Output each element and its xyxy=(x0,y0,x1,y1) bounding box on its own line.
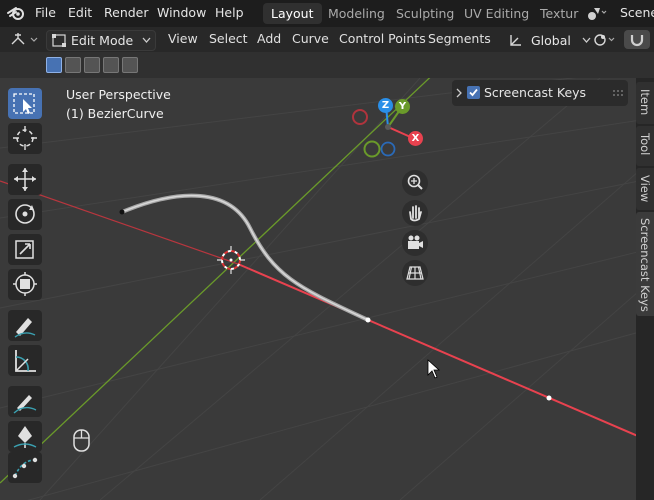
tab-screencast-keys[interactable]: Screencast Keys xyxy=(636,212,654,316)
measure-icon xyxy=(15,350,36,372)
tab-item[interactable]: Item xyxy=(636,82,654,124)
rotate-icon xyxy=(15,204,35,224)
tab-tool[interactable]: Tool xyxy=(636,126,654,166)
viewport-grid xyxy=(0,78,654,500)
menu-curve[interactable]: Curve xyxy=(292,31,329,46)
transform-icon xyxy=(13,272,37,296)
draw-tool[interactable] xyxy=(8,386,42,417)
transform-tool[interactable] xyxy=(8,269,42,300)
navigation-gizmo[interactable]: Z Y X xyxy=(350,96,430,176)
menu-file[interactable]: File xyxy=(35,5,56,20)
chevron-right-icon[interactable] xyxy=(455,88,463,98)
checkmark-icon xyxy=(469,88,478,97)
scale-icon xyxy=(15,240,34,259)
menu-edit[interactable]: Edit xyxy=(68,5,92,20)
chevron-down-icon xyxy=(582,37,591,43)
magnet-icon xyxy=(630,35,644,47)
pan-button[interactable] xyxy=(402,200,428,226)
object-label: (1) BezierCurve xyxy=(66,106,164,121)
screencast-keys-label: Screencast Keys xyxy=(484,85,587,100)
pivot-point-icon[interactable] xyxy=(592,31,618,48)
edit-mode-icon xyxy=(52,34,66,47)
tab-item-label: Item xyxy=(638,89,652,116)
measure-tool[interactable] xyxy=(8,345,42,376)
annotate-tool[interactable] xyxy=(8,310,42,341)
snap-toggle[interactable] xyxy=(624,30,650,49)
menu-segments[interactable]: Segments xyxy=(428,31,491,46)
menu-control-points[interactable]: Control Points xyxy=(339,31,426,46)
zoom-icon xyxy=(407,174,423,190)
select-mode-intersect-icon[interactable] xyxy=(122,57,138,73)
menu-select[interactable]: Select xyxy=(209,31,248,46)
sidebar-tabs: Item Tool View Screencast Keys xyxy=(636,78,654,500)
select-mode-invert-icon[interactable] xyxy=(103,57,119,73)
tab-layout[interactable]: Layout xyxy=(263,3,322,24)
menu-window[interactable]: Window xyxy=(157,5,206,20)
tab-modeling[interactable]: Modeling xyxy=(320,3,393,24)
menu-help[interactable]: Help xyxy=(215,5,244,20)
tab-texture[interactable]: Textur xyxy=(532,3,586,24)
menu-view[interactable]: View xyxy=(168,31,198,46)
chevron-down-icon xyxy=(142,37,151,43)
3d-cursor-icon xyxy=(217,246,245,274)
scene-name[interactable]: Scene xyxy=(620,5,654,20)
hand-icon xyxy=(409,205,422,222)
tool-settings-row xyxy=(0,52,654,78)
select-mode-new-icon[interactable] xyxy=(46,57,62,73)
top-bar: File Edit Render Window Help Layout Mode… xyxy=(0,0,654,27)
camera-icon xyxy=(408,235,423,249)
tab-screencast-keys-label: Screencast Keys xyxy=(638,218,652,312)
select-mode-subtract-icon[interactable] xyxy=(84,57,100,73)
screencast-keys-panel[interactable]: Screencast Keys xyxy=(452,80,628,106)
transform-orientation-icon xyxy=(510,35,521,46)
mode-label: Edit Mode xyxy=(71,33,134,48)
rotate-tool[interactable] xyxy=(8,199,42,230)
editor-type-icon[interactable] xyxy=(9,31,41,48)
scene-selector-icon[interactable] xyxy=(586,5,608,22)
tab-view[interactable]: View xyxy=(636,168,654,210)
gizmo-y-axis[interactable]: Y xyxy=(395,99,410,114)
draw-icon xyxy=(13,395,37,414)
mouse-pointer-icon xyxy=(427,359,441,379)
blender-logo-icon[interactable] xyxy=(6,4,26,22)
cursor-tool[interactable] xyxy=(8,123,42,154)
menu-add[interactable]: Add xyxy=(257,31,281,46)
screencast-checkbox[interactable] xyxy=(467,86,480,99)
tab-uv-editing[interactable]: UV Editing xyxy=(456,3,537,24)
scale-tool[interactable] xyxy=(8,234,42,265)
move-icon xyxy=(14,168,36,191)
zoom-button[interactable] xyxy=(402,170,428,196)
perspective-label: User Perspective xyxy=(66,87,171,102)
grid-perspective-icon xyxy=(406,266,424,280)
drag-handle-icon[interactable] xyxy=(612,89,624,97)
orientation-dropdown[interactable]: Global xyxy=(504,30,596,51)
select-mode-extend-icon[interactable] xyxy=(65,57,81,73)
gizmo-x-axis[interactable]: X xyxy=(408,131,423,146)
select-box-tool[interactable] xyxy=(8,88,42,119)
move-tool[interactable] xyxy=(8,164,42,195)
pen-icon xyxy=(13,426,37,448)
tab-view-label: View xyxy=(638,175,652,203)
curve-edit-tool[interactable] xyxy=(8,452,42,483)
curve-edit-icon xyxy=(12,457,38,479)
tab-sculpting[interactable]: Sculpting xyxy=(388,3,462,24)
mode-dropdown[interactable]: Edit Mode xyxy=(46,30,156,51)
gizmo-z-axis[interactable]: Z xyxy=(378,98,393,113)
viewport-header: Edit Mode View Select Add Curve Control … xyxy=(0,27,654,52)
3d-viewport[interactable]: User Perspective (1) BezierCurve Z Y X S… xyxy=(0,78,654,500)
perspective-toggle-button[interactable] xyxy=(402,260,428,286)
orientation-label: Global xyxy=(531,33,571,48)
cursor-icon xyxy=(13,126,37,150)
select-box-icon xyxy=(13,93,35,114)
annotate-icon xyxy=(14,318,36,338)
mouse-indicator-icon xyxy=(73,429,90,452)
tab-tool-label: Tool xyxy=(638,133,652,156)
camera-view-button[interactable] xyxy=(402,230,428,256)
menu-render[interactable]: Render xyxy=(104,5,149,20)
pen-tool[interactable] xyxy=(8,421,42,452)
